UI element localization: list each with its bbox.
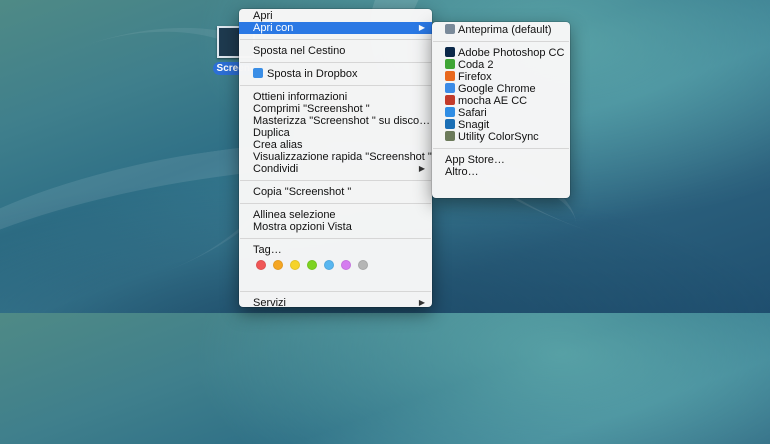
app-item-app-store[interactable]: App Store…	[432, 154, 570, 166]
app-item-label: mocha AE CC	[458, 95, 528, 107]
menu-item-show-view-options[interactable]: Mostra opzioni Vista	[239, 221, 432, 233]
dropbox-icon	[253, 68, 263, 78]
menu-item-move-to-dropbox[interactable]: Sposta in Dropbox	[239, 68, 432, 80]
separator	[240, 62, 431, 63]
snagit-icon	[445, 119, 455, 129]
tag-color-row	[239, 256, 432, 272]
open-with-submenu: Anteprima (default) Adobe Photoshop CC C…	[432, 22, 570, 198]
menu-item-move-to-dropbox-label: Sposta in Dropbox	[267, 68, 358, 80]
app-item-label: Utility ColorSync	[458, 131, 539, 143]
app-item-preview[interactable]: Anteprima (default)	[432, 24, 570, 36]
tag-yellow-dot[interactable]	[290, 260, 300, 270]
tag-gray-dot[interactable]	[358, 260, 368, 270]
context-menu: Apri Apri con ▶ Sposta nel Cestino Spost…	[239, 9, 432, 309]
app-item-label: Firefox	[458, 71, 492, 83]
menu-item-services[interactable]: Servizi ▶	[239, 297, 432, 309]
mocha-icon	[445, 95, 455, 105]
submenu-arrow-icon: ▶	[418, 298, 425, 307]
menu-item-quick-look[interactable]: Visualizzazione rapida "Screenshot "	[239, 151, 432, 163]
tag-purple-dot[interactable]	[341, 260, 351, 270]
menu-item-open-with[interactable]: Apri con ▶	[239, 22, 432, 34]
separator	[433, 41, 569, 42]
menu-item-clean-up-selection[interactable]: Allinea selezione	[239, 209, 432, 221]
menu-item-open-with-label: Apri con	[253, 22, 294, 34]
app-item-label: Snagit	[458, 119, 490, 131]
tag-red-dot[interactable]	[256, 260, 266, 270]
menu-item-make-alias[interactable]: Crea alias	[239, 139, 432, 151]
app-item-preview-label: Anteprima (default)	[458, 24, 552, 36]
menu-item-tags[interactable]: Tag…	[239, 244, 432, 256]
firefox-icon	[445, 71, 455, 81]
app-item-safari[interactable]: Safari	[432, 107, 570, 119]
app-item-chrome[interactable]: Google Chrome	[432, 83, 570, 95]
submenu-arrow-icon: ▶	[418, 23, 425, 32]
tag-orange-dot[interactable]	[273, 260, 283, 270]
safari-icon	[445, 107, 455, 117]
separator	[240, 39, 431, 40]
app-item-mocha[interactable]: mocha AE CC	[432, 95, 570, 107]
chrome-icon	[445, 83, 455, 93]
app-item-firefox[interactable]: Firefox	[432, 71, 570, 83]
submenu-arrow-icon: ▶	[418, 164, 425, 173]
app-item-snagit[interactable]: Snagit	[432, 119, 570, 131]
menu-item-burn[interactable]: Masterizza "Screenshot " su disco…	[239, 115, 432, 127]
menu-item-duplicate[interactable]: Duplica	[239, 127, 432, 139]
colorsync-icon	[445, 131, 455, 141]
preview-icon	[445, 24, 455, 34]
menu-item-services-label: Servizi	[253, 297, 287, 309]
app-item-label: Coda 2	[458, 59, 494, 71]
menu-item-share[interactable]: Condividi ▶	[239, 163, 432, 175]
menu-item-compress[interactable]: Comprimi "Screenshot "	[239, 103, 432, 115]
separator	[433, 148, 569, 149]
menu-item-get-info[interactable]: Ottieni informazioni	[239, 91, 432, 103]
photoshop-icon	[445, 47, 455, 57]
app-item-photoshop[interactable]: Adobe Photoshop CC	[432, 47, 570, 59]
app-item-label: Safari	[458, 107, 487, 119]
app-item-colorsync[interactable]: Utility ColorSync	[432, 131, 570, 143]
tag-blue-dot[interactable]	[324, 260, 334, 270]
separator	[240, 85, 431, 86]
app-item-label: Google Chrome	[458, 83, 536, 95]
menu-item-move-to-trash[interactable]: Sposta nel Cestino	[239, 45, 432, 57]
menu-item-share-label: Condividi	[253, 163, 299, 175]
separator	[240, 180, 431, 181]
menu-item-copy[interactable]: Copia "Screenshot "	[239, 186, 432, 198]
separator	[240, 238, 431, 239]
coda-leaf-icon	[445, 59, 455, 69]
app-item-label: Adobe Photoshop CC	[458, 47, 565, 59]
app-item-other[interactable]: Altro…	[432, 166, 570, 178]
separator	[240, 291, 431, 292]
menu-item-open[interactable]: Apri	[239, 10, 432, 22]
tag-green-dot[interactable]	[307, 260, 317, 270]
separator	[240, 203, 431, 204]
app-item-coda[interactable]: Coda 2	[432, 59, 570, 71]
